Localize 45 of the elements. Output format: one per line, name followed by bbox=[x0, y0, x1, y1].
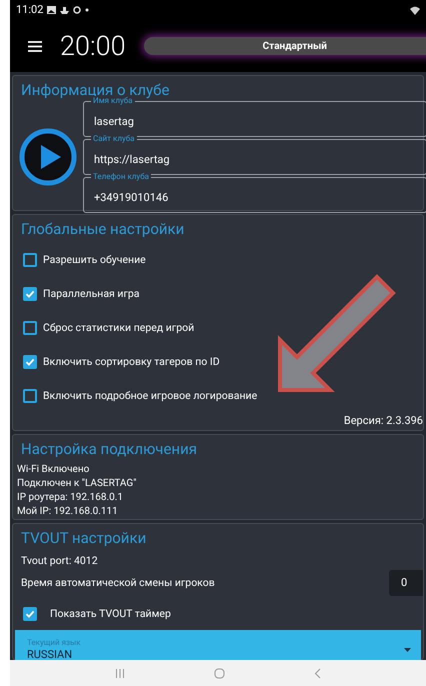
field-label: Сайт клуба bbox=[91, 134, 137, 144]
option-label: Разрешить обучение bbox=[43, 252, 146, 268]
auto-switch-label: Время автоматической смены игроков bbox=[21, 575, 215, 591]
caret-icon bbox=[404, 648, 411, 652]
checkbox[interactable] bbox=[23, 355, 37, 369]
show-timer-label: Показать TVOUT таймер bbox=[50, 606, 171, 622]
dropdown-value: RUSSIAN bbox=[27, 648, 72, 660]
back-icon[interactable] bbox=[314, 668, 322, 678]
section-title: TVOUT настройки bbox=[20, 528, 148, 548]
checkbox[interactable] bbox=[23, 607, 37, 621]
section-title: Глобальные настройки bbox=[20, 219, 186, 239]
option-label: Включить подробное игровое логирование bbox=[43, 388, 258, 404]
auto-switch-field[interactable]: 0 bbox=[389, 570, 423, 596]
field-value: https://lasertag bbox=[94, 152, 170, 168]
checkbox[interactable] bbox=[23, 321, 37, 335]
connection-info: Wi-Fi Включено bbox=[17, 463, 90, 477]
option-label: Сброс статистики перед игрой bbox=[43, 320, 194, 336]
circle-icon bbox=[73, 6, 82, 14]
field-value: +34919010146 bbox=[94, 190, 168, 206]
wifi-icon bbox=[410, 6, 420, 14]
connection-info: IP роутера: 192.168.0.1 bbox=[17, 491, 124, 505]
field-label: Телефон клуба bbox=[91, 172, 151, 182]
option-label: Включить сортировку тагеров по ID bbox=[43, 354, 220, 370]
field-label: Имя клуба bbox=[91, 96, 135, 106]
section-title: Настройка подключения bbox=[20, 439, 198, 459]
connection-info: Мой IP: 192.168.0.111 bbox=[17, 505, 119, 519]
mode-selector[interactable]: Стандартный bbox=[144, 37, 426, 55]
recent-apps-icon[interactable] bbox=[114, 668, 125, 678]
checkbox[interactable] bbox=[23, 253, 37, 267]
home-icon[interactable] bbox=[214, 668, 225, 678]
tvout-port: Tvout port: 4012 bbox=[21, 554, 99, 568]
option-label: Параллельная игра bbox=[43, 286, 140, 302]
dropdown-label: Текущий язык bbox=[27, 638, 81, 648]
image-icon bbox=[47, 6, 56, 14]
dot-icon bbox=[85, 8, 90, 12]
field-value: lasertag bbox=[94, 114, 134, 130]
connection-info: Подключен к "LASERTAG" bbox=[17, 477, 138, 491]
menu-icon[interactable] bbox=[28, 40, 42, 52]
version-text: Версия: 2.3.396 bbox=[344, 413, 423, 429]
status-time: 11:02 bbox=[16, 2, 44, 18]
checkbox[interactable] bbox=[23, 287, 37, 301]
checkbox[interactable] bbox=[23, 389, 37, 403]
play-icon[interactable] bbox=[19, 128, 77, 186]
game-timer: 20:00 bbox=[60, 32, 126, 60]
language-dropdown[interactable]: Текущий язык RUSSIAN bbox=[15, 630, 421, 660]
